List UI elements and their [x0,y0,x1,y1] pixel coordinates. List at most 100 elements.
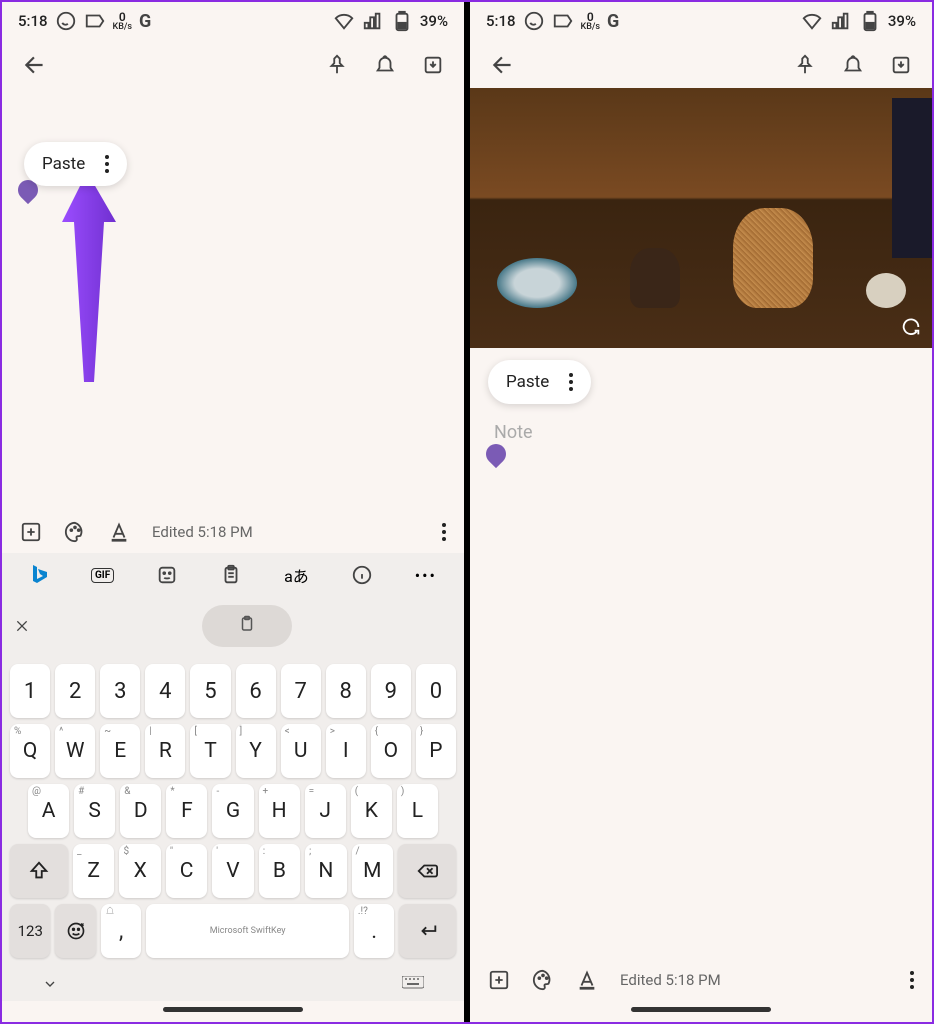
bing-icon[interactable] [29,563,49,587]
pin-icon[interactable] [326,54,348,76]
key-G[interactable]: -G [212,784,253,838]
space-key[interactable]: Microsoft SwiftKey [146,904,348,958]
whatsapp-icon [523,10,545,32]
kb-close-icon[interactable] [14,618,30,634]
key-R[interactable]: |R [145,724,185,778]
add-icon[interactable] [20,521,42,543]
key-S[interactable]: #S [74,784,115,838]
key-1[interactable]: 1 [10,664,50,718]
paste-button[interactable]: Paste [506,372,549,392]
pasted-image[interactable] [470,88,932,348]
key-E[interactable]: ~E [100,724,140,778]
key-F[interactable]: *F [166,784,207,838]
key-M[interactable]: /M [352,844,393,898]
key-row-bot: _Z$X"C'V:B;N/M [6,841,460,901]
key-5[interactable]: 5 [190,664,230,718]
palette-icon[interactable] [64,521,86,543]
key-L[interactable]: )L [397,784,438,838]
key-Q[interactable]: %Q [10,724,50,778]
key-W[interactable]: ^W [55,724,95,778]
pin-icon[interactable] [794,54,816,76]
key-4[interactable]: 4 [145,664,185,718]
note-toolbar: Edited 5:18 PM [2,511,464,553]
phone-left: 5:18 0KB/s G 39% Paste [2,2,464,1022]
key-T[interactable]: [T [190,724,230,778]
text-format-icon[interactable] [108,521,130,543]
key-V[interactable]: 'V [212,844,253,898]
key-I[interactable]: >I [326,724,366,778]
sync-icon[interactable] [900,316,922,338]
back-button[interactable] [490,52,516,78]
key-8[interactable]: 8 [326,664,366,718]
context-menu-more[interactable] [105,155,109,173]
edited-timestamp: Edited 5:18 PM [620,971,721,989]
back-button[interactable] [22,52,48,78]
text-cursor-handle[interactable] [482,440,510,468]
key-Y[interactable]: ]Y [236,724,276,778]
archive-icon[interactable] [890,54,912,76]
key-U[interactable]: <U [281,724,321,778]
enter-key[interactable] [399,904,456,958]
clipboard-pill[interactable] [202,605,292,647]
comma-key[interactable]: , [101,904,141,958]
key-C[interactable]: "C [166,844,207,898]
wifi-icon [333,10,355,32]
key-row-top: %Q^W~E|R[T]Y<U>I{O}P [6,721,460,781]
gif-icon[interactable]: GIF [91,568,114,583]
key-Z[interactable]: _Z [73,844,114,898]
key-3[interactable]: 3 [100,664,140,718]
key-O[interactable]: {O [371,724,411,778]
keyboard-clip-row [2,597,464,655]
archive-icon[interactable] [422,54,444,76]
note-editor[interactable]: Note [470,404,932,959]
clipboard-icon[interactable] [220,564,242,586]
reminder-icon[interactable] [842,54,864,76]
key-J[interactable]: =J [305,784,346,838]
key-7[interactable]: 7 [281,664,321,718]
kb-collapse-icon[interactable] [42,973,58,995]
reminder-icon[interactable] [374,54,396,76]
key-B[interactable]: :B [259,844,300,898]
keyboard: 1234567890 %Q^W~E|R[T]Y<U>I{O}P @A#S&D*F… [2,655,464,963]
context-menu-more[interactable] [569,373,573,391]
annotation-arrow [32,172,132,392]
nav-pill[interactable] [631,1007,771,1012]
key-6[interactable]: 6 [236,664,276,718]
key-N[interactable]: ;N [305,844,346,898]
palette-icon[interactable] [532,969,554,991]
kb-more-icon[interactable]: ••• [415,566,437,585]
nav-pill[interactable] [163,1007,303,1012]
key-2[interactable]: 2 [55,664,95,718]
image-object [497,258,577,308]
note-placeholder: Note [494,422,533,443]
note-toolbar: Edited 5:18 PM [470,959,932,1001]
data-rate: 0KB/s [581,11,601,32]
info-icon[interactable] [351,564,373,586]
key-H[interactable]: +H [259,784,300,838]
status-bar: 5:18 0KB/s G 39% [2,2,464,36]
app-bar [2,36,464,88]
toolbar-more[interactable] [442,523,446,541]
toolbar-more[interactable] [910,971,914,989]
key-0[interactable]: 0 [416,664,456,718]
key-D[interactable]: &D [120,784,161,838]
app-bar [470,36,932,88]
battery-icon [859,10,881,32]
paste-button[interactable]: Paste [42,154,85,174]
sticker-icon[interactable] [156,564,178,586]
key-A[interactable]: @A [28,784,69,838]
text-format-icon[interactable] [576,969,598,991]
period-key[interactable]: .!?. [354,904,394,958]
key-K[interactable]: (K [351,784,392,838]
key-9[interactable]: 9 [371,664,411,718]
emoji-key[interactable] [55,904,95,958]
kb-switch-icon[interactable] [402,976,424,992]
key-P[interactable]: }P [416,724,456,778]
key-X[interactable]: $X [119,844,160,898]
status-time: 5:18 [18,12,48,30]
shift-key[interactable] [10,844,68,898]
key-123[interactable]: 123 [10,904,50,958]
translate-icon[interactable]: aあ [284,563,309,587]
backspace-key[interactable] [398,844,456,898]
add-icon[interactable] [488,969,510,991]
